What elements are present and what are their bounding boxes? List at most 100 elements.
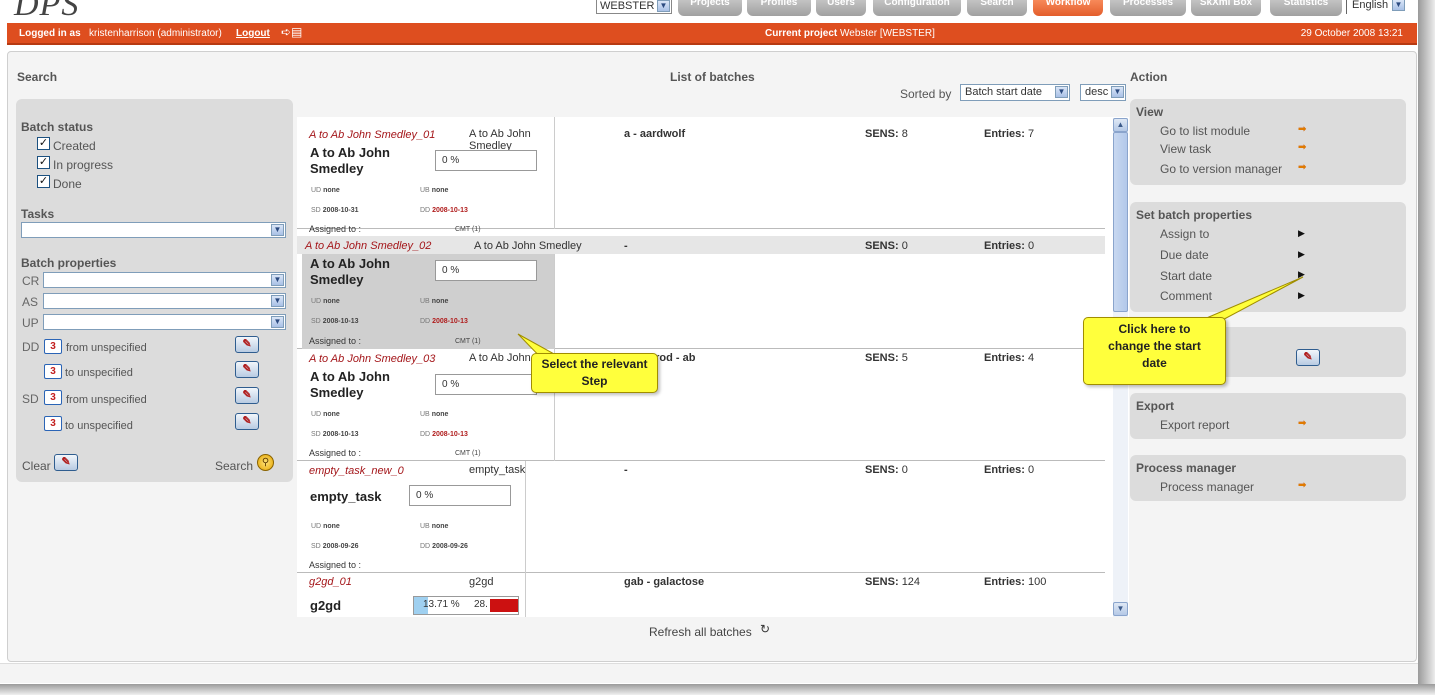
clear-date-button[interactable]: ✎ (235, 413, 259, 430)
batch-id-link[interactable]: A to Ab John Smedley_02 (305, 240, 431, 252)
scroll-up-icon[interactable]: ▲ (1113, 118, 1128, 132)
scrollbar-thumb[interactable] (1113, 132, 1128, 312)
go-to-version-manager-link[interactable]: Go to version manager (1160, 162, 1282, 176)
calendar-icon[interactable]: 3 (44, 390, 62, 405)
arrow-right-icon[interactable]: ➡ (1298, 142, 1306, 153)
tab-skxml-box[interactable]: SkXml Box (1191, 0, 1261, 16)
calendar-icon[interactable]: 3 (44, 364, 62, 379)
triangle-right-icon[interactable]: ▶ (1298, 228, 1305, 239)
chevron-down-icon[interactable]: ▼ (271, 274, 284, 286)
logout-link[interactable]: Logout (236, 23, 270, 45)
refresh-batches-link[interactable]: Refresh all batches (649, 625, 752, 639)
callout-select-step: Select the relevant Step (531, 353, 658, 393)
footer-bar (0, 663, 1418, 683)
clear-button-label[interactable]: Clear (22, 459, 51, 473)
batch-row[interactable]: g2gd_01 g2gd g2gd 13.71 % 28. gab - gala… (297, 573, 1105, 617)
batch-sens: SENS: 0 (865, 464, 908, 476)
batch-step-cell[interactable]: A to Ab John Smedley 0 % UD none UB none… (302, 254, 555, 349)
arrow-right-icon[interactable]: ➡ (1298, 480, 1306, 491)
inbox-icon[interactable]: ➪▤ (281, 26, 313, 40)
batch-id-link[interactable]: A to Ab John Smedley_01 (309, 129, 435, 141)
project-select[interactable]: WEBSTER ▼ (596, 0, 672, 14)
chevron-down-icon[interactable]: ▼ (1055, 86, 1068, 98)
tab-configuration[interactable]: Configuration (873, 0, 961, 16)
status-in-progress-checkbox[interactable]: ✓ (37, 156, 50, 169)
calendar-icon[interactable]: 3 (44, 339, 62, 354)
clear-icon[interactable]: ✎ (54, 454, 78, 471)
batch-row[interactable]: A to Ab John Smedley_01 A to Ab John Sme… (297, 117, 1105, 234)
edit-icon[interactable]: ✎ (1296, 349, 1320, 366)
sort-field-select[interactable]: Batch start date ▼ (960, 84, 1070, 101)
status-done-checkbox[interactable]: ✓ (37, 175, 50, 188)
tab-projects[interactable]: Projects (678, 0, 742, 16)
assign-to-link[interactable]: Assign to (1160, 227, 1209, 241)
chevron-down-icon[interactable]: ▼ (657, 0, 670, 12)
sorted-by-label: Sorted by (900, 87, 952, 101)
batch-step-cell[interactable]: empty_task_new_0 empty_task empty_task 0… (302, 461, 526, 573)
tab-statistics[interactable]: Statistics (1270, 0, 1342, 16)
arrow-right-icon[interactable]: ➡ (1298, 418, 1306, 429)
chevron-down-icon[interactable]: ▼ (271, 224, 284, 236)
due-date-link[interactable]: Due date (1160, 248, 1209, 262)
dd-from-text: from unspecified (66, 342, 147, 354)
batch-id-link[interactable]: g2gd_01 (309, 576, 352, 588)
comment-link[interactable]: Comment (1160, 289, 1212, 303)
tab-users[interactable]: Users (816, 0, 866, 16)
calendar-icon[interactable]: 3 (44, 416, 62, 431)
batch-row[interactable]: A to Ab John Smedley 0 % UD none UB none… (297, 236, 1105, 349)
dd-value: 2008-10-13 (432, 207, 468, 214)
ud-label: UD none (311, 411, 340, 418)
tab-search[interactable]: Search (967, 0, 1027, 16)
process-manager-link[interactable]: Process manager (1160, 480, 1254, 494)
tab-processes[interactable]: Processes (1110, 0, 1186, 16)
cr-select[interactable]: ▼ (43, 272, 286, 288)
sd-key: SD (311, 543, 321, 550)
clear-date-button[interactable]: ✎ (235, 336, 259, 353)
as-select[interactable]: ▼ (43, 293, 286, 309)
triangle-right-icon[interactable]: ▶ (1298, 249, 1305, 260)
clear-date-button[interactable]: ✎ (235, 387, 259, 404)
up-select[interactable]: ▼ (43, 314, 286, 330)
batch-title: empty_task (310, 489, 382, 504)
refresh-icon[interactable]: ↻ (760, 622, 770, 636)
dd-value: 2008-10-13 (432, 318, 468, 325)
batch-step-cell[interactable]: A to Ab John Smedley_03 A to Ab John A t… (302, 349, 555, 461)
dd-to-text: to unspecified (65, 367, 133, 379)
batch-step-cell[interactable]: g2gd_01 g2gd g2gd 13.71 % 28. (302, 573, 526, 617)
export-report-link[interactable]: Export report (1160, 418, 1229, 432)
tab-workflow[interactable]: Workflow (1033, 0, 1103, 16)
batch-row[interactable]: A to Ab John Smedley_03 A to Ab John A t… (297, 349, 1105, 461)
app-window: DPS WEBSTER ▼ Projects Profiles Users Co… (0, 0, 1435, 695)
tab-profiles[interactable]: Profiles (747, 0, 811, 16)
search-button-label[interactable]: Search (215, 459, 253, 473)
chevron-down-icon[interactable]: ▼ (271, 316, 284, 328)
batch-row[interactable]: empty_task_new_0 empty_task empty_task 0… (297, 461, 1105, 573)
arrow-right-icon[interactable]: ➡ (1298, 124, 1306, 135)
status-created-checkbox[interactable]: ✓ (37, 137, 50, 150)
go-to-list-module-link[interactable]: Go to list module (1160, 124, 1250, 138)
view-task-link[interactable]: View task (1160, 142, 1211, 156)
language-select[interactable]: English ▼ (1346, 0, 1406, 14)
window-shadow-bottom (0, 684, 1435, 695)
start-date-link[interactable]: Start date (1160, 269, 1212, 283)
ub-value: none (431, 187, 449, 194)
current-project-label: Current project (765, 28, 838, 39)
search-icon[interactable]: ⚲ (257, 454, 274, 471)
triangle-right-icon[interactable]: ▶ (1298, 290, 1305, 301)
chevron-down-icon[interactable]: ▼ (1111, 86, 1124, 98)
triangle-right-icon[interactable]: ▶ (1298, 269, 1305, 280)
chevron-down-icon[interactable]: ▼ (271, 295, 284, 307)
chevron-down-icon[interactable]: ▼ (1392, 0, 1405, 11)
batch-step-cell[interactable]: A to Ab John Smedley_01 A to Ab John Sme… (302, 117, 555, 234)
clear-date-button[interactable]: ✎ (235, 361, 259, 378)
tasks-select[interactable]: ▼ (21, 222, 286, 238)
sort-order-select[interactable]: desc ▼ (1080, 84, 1126, 101)
sd-label: SD 2008-10-13 (311, 318, 359, 325)
dd-key: DD (420, 207, 431, 214)
batch-id-link[interactable]: empty_task_new_0 (309, 465, 404, 477)
arrow-right-icon[interactable]: ➡ (1298, 162, 1306, 173)
scroll-down-icon[interactable]: ▼ (1113, 602, 1128, 616)
batch-id-link[interactable]: A to Ab John Smedley_03 (309, 353, 435, 365)
ud-label: UD none (311, 523, 340, 530)
sens-value: 124 (901, 576, 921, 588)
